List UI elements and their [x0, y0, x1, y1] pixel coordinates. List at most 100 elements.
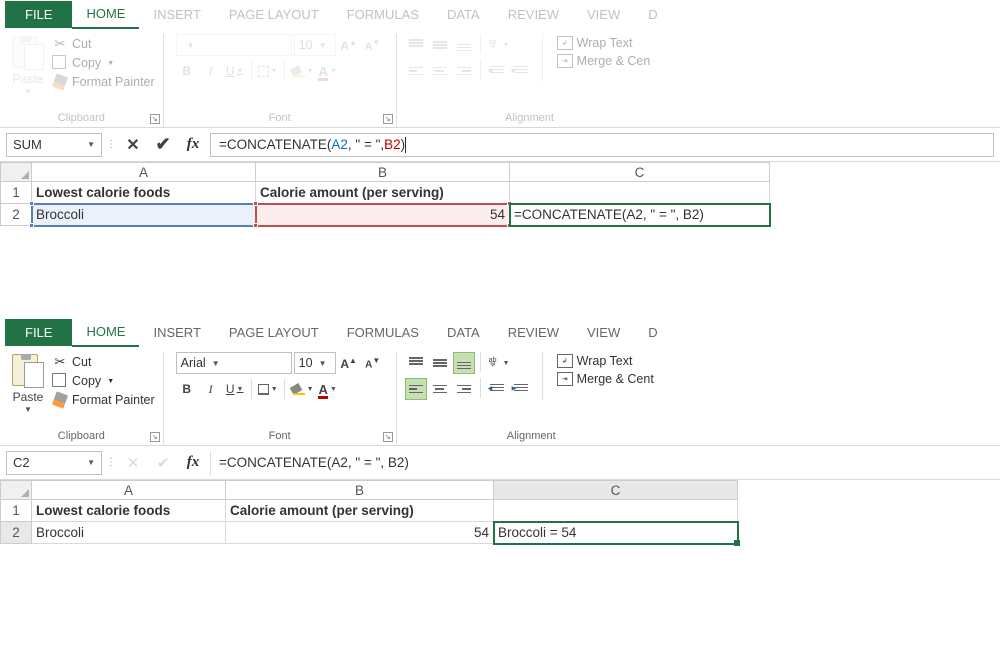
cut-label: Cut — [72, 37, 91, 51]
grow-font-button[interactable]: A▲ — [338, 352, 360, 374]
cell-b1[interactable]: Calorie amount (per serving) — [256, 182, 510, 204]
tab-review[interactable]: REVIEW — [494, 319, 573, 346]
selection-handle-icon — [29, 201, 34, 206]
column-header-b[interactable]: B — [226, 480, 494, 500]
tab-file[interactable]: FILE — [5, 1, 72, 28]
paste-dropdown-icon[interactable]: ▼ — [24, 405, 32, 414]
cell-c2[interactable]: =CONCATENATE(A2, " = ", B2) — [510, 204, 770, 226]
tab-view[interactable]: VIEW — [573, 319, 634, 346]
shrink-font-button[interactable]: A▼ — [362, 352, 384, 374]
cell-c1[interactable] — [494, 500, 738, 522]
copy-button[interactable]: Copy ▼ — [52, 373, 155, 389]
font-launcher-icon[interactable]: ↘ — [383, 432, 393, 442]
font-color-button: A▼ — [317, 60, 339, 82]
insert-function-button[interactable]: fx — [180, 133, 206, 157]
align-middle-icon — [433, 39, 447, 51]
tab-page-layout[interactable]: PAGE LAYOUT — [215, 1, 333, 28]
align-middle-button[interactable] — [429, 352, 451, 374]
tab-data[interactable]: DATA — [433, 319, 494, 346]
cell-a1[interactable]: Lowest calorie foods — [32, 500, 226, 522]
select-all-corner[interactable] — [0, 162, 32, 182]
underline-button[interactable]: U▼ — [224, 378, 246, 400]
divider-icon: ⋮ — [106, 139, 116, 150]
cut-button[interactable]: ✂ Cut — [52, 354, 155, 370]
cell-c1[interactable] — [510, 182, 770, 204]
tab-insert[interactable]: INSERT — [139, 319, 214, 346]
column-header-a[interactable]: A — [32, 162, 256, 182]
row-header-1[interactable]: 1 — [0, 500, 32, 522]
column-header-a[interactable]: A — [32, 480, 226, 500]
borders-button[interactable]: ▼ — [257, 378, 279, 400]
cell-a1[interactable]: Lowest calorie foods — [32, 182, 256, 204]
tab-formulas[interactable]: FORMULAS — [333, 319, 433, 346]
group-label-font: Font — [172, 112, 388, 127]
column-header-b[interactable]: B — [256, 162, 510, 182]
decrease-indent-button[interactable] — [486, 378, 508, 400]
tab-home[interactable]: HOME — [72, 318, 139, 347]
tab-home[interactable]: HOME — [72, 0, 139, 29]
spreadsheet-grid: A B C 1 Lowest calorie foods Calorie amo… — [0, 162, 1000, 226]
align-bottom-button[interactable] — [453, 352, 475, 374]
font-size-dropdown[interactable]: 10▼ — [294, 352, 336, 374]
clipboard-launcher-icon[interactable]: ↘ — [150, 432, 160, 442]
font-name-dropdown[interactable]: Arial▼ — [176, 352, 292, 374]
merge-center-button[interactable]: ⇥ Merge & Cent — [557, 372, 654, 386]
tab-data[interactable]: DATA — [433, 1, 494, 28]
confirm-formula-button[interactable]: ✔ — [150, 133, 176, 157]
column-header-c[interactable]: C — [494, 480, 738, 500]
cell-b2[interactable]: 54 — [256, 204, 510, 226]
chevron-down-icon[interactable]: ▼ — [319, 359, 327, 368]
tab-file[interactable]: FILE — [5, 319, 72, 346]
font-launcher-icon: ↘ — [383, 114, 393, 124]
row-header-2[interactable]: 2 — [0, 522, 32, 544]
name-box[interactable]: C2▼ — [6, 451, 102, 475]
cell-a2[interactable]: Broccoli — [32, 204, 256, 226]
insert-function-button[interactable]: fx — [180, 451, 206, 475]
column-header-c[interactable]: C — [510, 162, 770, 182]
italic-button[interactable]: I — [200, 378, 222, 400]
align-left-button[interactable] — [405, 378, 427, 400]
align-right-button[interactable] — [453, 378, 475, 400]
tab-formulas[interactable]: FORMULAS — [333, 1, 433, 28]
font-color-icon: A — [318, 382, 327, 397]
format-painter-button[interactable]: Format Painter — [52, 392, 155, 408]
tab-review[interactable]: REVIEW — [494, 1, 573, 28]
formula-input[interactable]: =CONCATENATE(A2, " = ", B2) — [210, 451, 994, 475]
wrap-text-button[interactable]: ↲ Wrap Text — [557, 354, 654, 368]
chevron-down-icon[interactable]: ▼ — [212, 359, 220, 368]
fill-color-button[interactable]: ▼ — [290, 378, 315, 400]
orientation-button[interactable]: a▼ — [486, 352, 511, 374]
chevron-down-icon[interactable]: ▼ — [87, 140, 95, 149]
cell-b1[interactable]: Calorie amount (per serving) — [226, 500, 494, 522]
cell-c2[interactable]: Broccoli = 54 — [494, 522, 738, 544]
group-alignment: a▼ ↲ Wrap Text — [397, 352, 666, 445]
chevron-down-icon[interactable]: ▼ — [107, 378, 114, 385]
formula-text: , " = ", — [348, 137, 384, 152]
align-right-icon — [457, 385, 471, 394]
row-header-2[interactable]: 2 — [0, 204, 32, 226]
excel-pane-result: FILE HOME INSERT PAGE LAYOUT FORMULAS DA… — [0, 318, 1000, 667]
formula-input[interactable]: =CONCATENATE(A2, " = ", B2) — [210, 133, 994, 157]
tab-insert[interactable]: INSERT — [139, 1, 214, 28]
cell-b2[interactable]: 54 — [226, 522, 494, 544]
cancel-formula-button[interactable]: ✕ — [120, 133, 146, 157]
italic-button: I — [200, 60, 222, 82]
paste-label: Paste — [13, 390, 44, 404]
bold-button[interactable]: B — [176, 378, 198, 400]
format-painter-button: Format Painter — [52, 74, 155, 90]
row-header-1[interactable]: 1 — [0, 182, 32, 204]
increase-indent-icon — [514, 66, 528, 77]
paste-button[interactable]: Paste ▼ — [8, 352, 48, 414]
font-color-button[interactable]: A▼ — [317, 378, 339, 400]
tab-page-layout[interactable]: PAGE LAYOUT — [215, 319, 333, 346]
cell-a2[interactable]: Broccoli — [32, 522, 226, 544]
fill-handle-icon[interactable] — [734, 540, 740, 546]
select-all-corner[interactable] — [0, 480, 32, 500]
increase-indent-button[interactable] — [510, 378, 532, 400]
clipboard-icon — [12, 352, 44, 390]
name-box[interactable]: SUM▼ — [6, 133, 102, 157]
align-center-button[interactable] — [429, 378, 451, 400]
align-top-button[interactable] — [405, 352, 427, 374]
chevron-down-icon[interactable]: ▼ — [87, 458, 95, 467]
tab-view[interactable]: VIEW — [573, 1, 634, 28]
